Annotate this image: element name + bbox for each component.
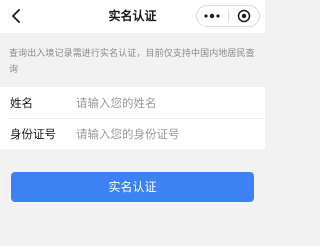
name-row: 姓名 bbox=[0, 87, 265, 118]
verify-button[interactable]: 实名认证 bbox=[11, 172, 254, 202]
verification-notice: 查询出入境记录需进行实名认证，目前仅支持中国内地居民查询 bbox=[9, 49, 255, 75]
id-number-label: 身份证号 bbox=[10, 126, 56, 141]
id-number-input[interactable] bbox=[76, 122, 256, 145]
more-dots-icon bbox=[204, 13, 220, 19]
id-number-row: 身份证号 bbox=[0, 118, 265, 149]
target-close-icon bbox=[237, 9, 250, 23]
chevron-left-icon bbox=[12, 9, 20, 23]
identity-form: 姓名 身份证号 bbox=[0, 87, 265, 149]
mini-program-capsule bbox=[196, 5, 260, 27]
back-button[interactable] bbox=[6, 6, 26, 26]
name-label: 姓名 bbox=[10, 95, 33, 110]
close-button[interactable] bbox=[229, 6, 260, 26]
more-button[interactable] bbox=[197, 6, 228, 26]
navigation-bar: 实名认证 bbox=[0, 0, 265, 33]
name-input[interactable] bbox=[76, 91, 256, 114]
